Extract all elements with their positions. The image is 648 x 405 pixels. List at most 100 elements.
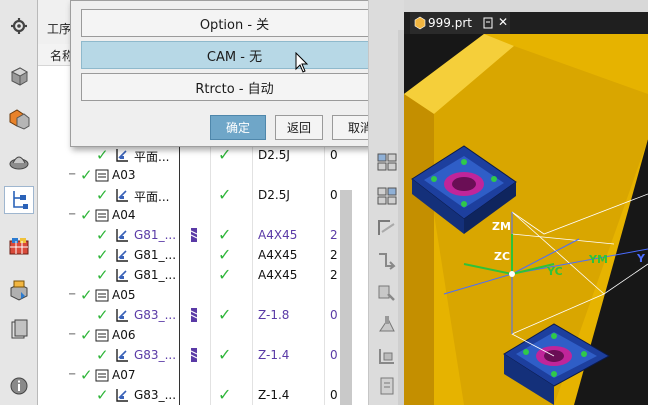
operation-row[interactable]: ✓ G83_... ✓ Z-1.4 0 xyxy=(38,345,368,365)
status-check-icon: ✓ xyxy=(80,206,93,224)
status-check-icon: ✓ xyxy=(96,186,109,204)
status-check-icon: ✓ xyxy=(96,266,109,284)
program-order-icon[interactable] xyxy=(376,152,398,172)
replay-path-icon[interactable] xyxy=(376,250,398,270)
operation-icon xyxy=(116,189,128,202)
operation-name: G83_... xyxy=(134,308,177,322)
generate-path-icon[interactable] xyxy=(376,218,398,238)
tab-label: 999.prt xyxy=(428,16,472,30)
operation-name: A06 xyxy=(112,328,136,342)
status-check-icon: ✓ xyxy=(96,306,109,324)
status-check-icon: ✓ xyxy=(96,226,109,244)
close-tab-icon[interactable]: ✕ xyxy=(498,15,508,29)
program-group-row[interactable]: − ✓ A06 xyxy=(38,325,368,345)
axis-label-zc: ZC xyxy=(494,250,511,263)
operation-name: G81_... xyxy=(134,248,177,262)
operation-name: G81_... xyxy=(134,268,177,282)
resource-bar xyxy=(0,0,38,405)
machine-tool-icon[interactable] xyxy=(5,232,33,260)
tool-name: A4X45 xyxy=(258,228,298,242)
drill-tool-icon xyxy=(190,228,198,242)
tool-number: 0 xyxy=(330,188,338,202)
operation-row[interactable]: ✓ G81_... ✓ A4X45 2 xyxy=(38,245,368,265)
tool-number: 2 xyxy=(330,268,338,282)
operation-icon xyxy=(116,269,128,282)
collapse-icon[interactable]: − xyxy=(68,210,77,220)
tool-number: 0 xyxy=(330,308,338,322)
status-check-icon: ✓ xyxy=(96,386,109,404)
tool-number: 0 xyxy=(330,388,338,402)
tool-number: 2 xyxy=(330,228,338,242)
status-check-icon: ✓ xyxy=(96,246,109,264)
history-icon[interactable] xyxy=(5,316,33,344)
path-generated-icon: ✓ xyxy=(218,245,232,264)
operation-name: 平面... xyxy=(134,150,170,164)
program-group-row[interactable]: − ✓ A04 xyxy=(38,205,368,225)
tab-999-prt[interactable]: 999.prt ✕ xyxy=(410,12,510,34)
graphics-toolbar xyxy=(404,0,648,12)
tool-name: A4X45 xyxy=(258,268,298,282)
program-group-row[interactable]: − ✓ A05 xyxy=(38,285,368,305)
operation-name: G83_... xyxy=(134,388,177,402)
operation-icon xyxy=(116,149,128,162)
navigator-scrollbar[interactable] xyxy=(340,190,352,405)
tool-number: 2 xyxy=(330,248,338,262)
program-folder-icon xyxy=(95,329,109,342)
option-toggle-button[interactable]: Option - 关 xyxy=(81,9,388,37)
path-generated-icon: ✓ xyxy=(218,305,232,324)
path-generated-icon: ✓ xyxy=(218,265,232,284)
path-generated-icon: ✓ xyxy=(218,385,232,404)
graphics-window[interactable]: 999.prt ✕ ZM ZC YC YM Y xyxy=(404,0,648,405)
operation-navigator-icon[interactable] xyxy=(4,186,34,214)
operation-row[interactable]: ✓ 平面... ✓ D2.5J 0 xyxy=(38,185,368,205)
status-check-icon: ✓ xyxy=(80,166,93,184)
postprocess-icon[interactable] xyxy=(376,346,398,366)
part-navigator-icon[interactable] xyxy=(5,62,33,90)
operation-icon xyxy=(116,229,128,242)
operation-name: G81_... xyxy=(134,228,177,242)
tool-name: D2.5J xyxy=(258,188,290,202)
modified-file-icon xyxy=(483,17,493,29)
collapse-icon[interactable]: − xyxy=(68,330,77,340)
rtrcto-option-button[interactable]: Rtrcto - 自动 xyxy=(81,73,388,101)
collapse-icon[interactable]: − xyxy=(68,290,77,300)
tool-name: Z-1.4 xyxy=(258,388,290,402)
verify-path-icon[interactable] xyxy=(376,282,398,302)
tool-name: Z-1.4 xyxy=(258,348,290,362)
status-check-icon: ✓ xyxy=(80,326,93,344)
machine-tool-view-icon[interactable] xyxy=(376,186,398,206)
collapse-icon[interactable]: − xyxy=(68,370,77,380)
reuse-library-icon[interactable] xyxy=(5,276,33,304)
operation-row[interactable]: ✓ G81_... ✓ A4X45 2 xyxy=(38,225,368,245)
operation-name: A04 xyxy=(112,208,136,222)
path-generated-icon: ✓ xyxy=(218,185,232,204)
program-folder-icon xyxy=(95,169,109,182)
status-check-icon: ✓ xyxy=(96,146,109,164)
program-group-row[interactable]: − ✓ A03 xyxy=(38,165,368,185)
axis-label-y: Y xyxy=(637,252,645,265)
operation-row[interactable]: ✓ G83_... ✓ Z-1.8 0 xyxy=(38,305,368,325)
ok-button[interactable]: 确定 xyxy=(210,115,266,140)
status-check-icon: ✓ xyxy=(96,346,109,364)
operation-row[interactable]: ✓ G81_... ✓ A4X45 2 xyxy=(38,265,368,285)
path-generated-icon: ✓ xyxy=(218,225,232,244)
simulate-icon[interactable] xyxy=(376,314,398,334)
operation-row[interactable]: ✓ G83_... ✓ Z-1.4 0 xyxy=(38,385,368,405)
drill-tool-icon xyxy=(190,308,198,322)
program-folder-icon xyxy=(95,369,109,382)
part-model-view xyxy=(404,34,648,405)
operation-row[interactable]: ✓ 平面... ✓ D2.5J 0 xyxy=(38,145,368,165)
program-group-row[interactable]: − ✓ A07 xyxy=(38,365,368,385)
back-button[interactable]: 返回 xyxy=(275,115,323,140)
cam-option-button[interactable]: CAM - 无 xyxy=(81,41,388,69)
gear-icon[interactable] xyxy=(5,12,33,40)
operation-name: G83_... xyxy=(134,348,177,362)
info-icon[interactable] xyxy=(5,372,33,400)
feature-icon[interactable] xyxy=(5,146,33,174)
shop-doc-icon[interactable] xyxy=(376,376,398,396)
mouse-cursor-icon xyxy=(295,52,309,73)
program-folder-icon xyxy=(95,289,109,302)
collapse-icon[interactable]: − xyxy=(68,170,77,180)
assembly-icon[interactable] xyxy=(5,104,33,132)
nx-cam-window: 工序导 名称 ✓ 平面... ✓ D2.5J 0− ✓ A03 ✓ 平面... ✓ D2.5J 0− ✓… xyxy=(0,0,648,405)
